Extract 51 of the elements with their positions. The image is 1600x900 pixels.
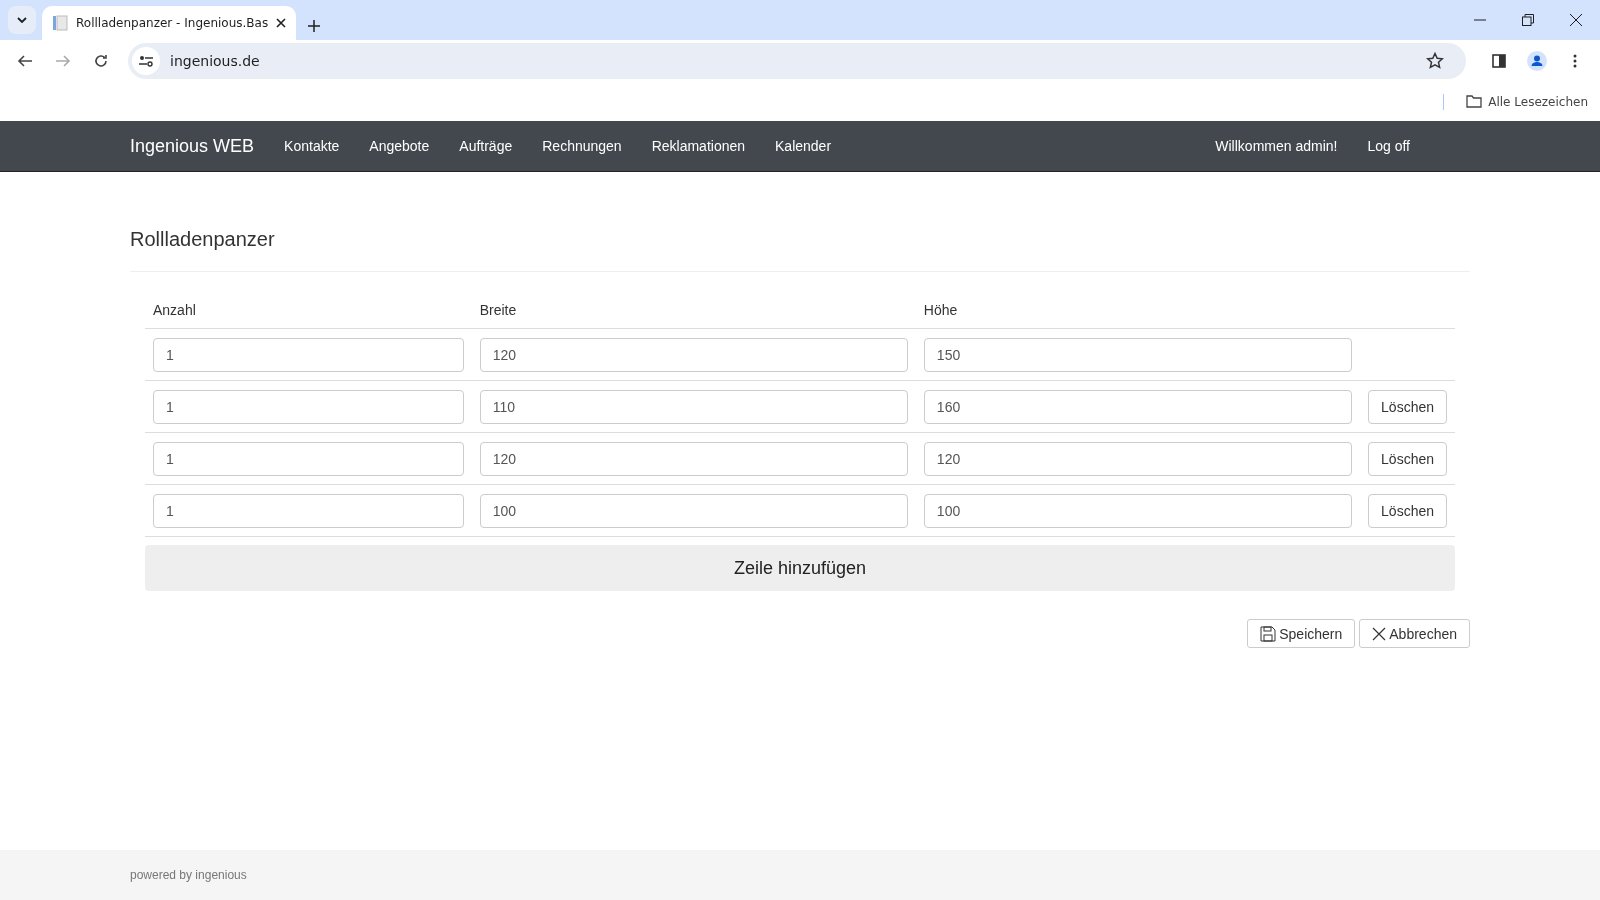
- delete-button[interactable]: Löschen: [1368, 389, 1447, 424]
- back-arrow-icon[interactable]: [17, 53, 33, 69]
- delete-button[interactable]: Löschen: [1368, 441, 1447, 476]
- profile-avatar-icon[interactable]: [1527, 51, 1547, 71]
- nav-link[interactable]: Rechnungen: [542, 138, 622, 154]
- input-field[interactable]: 100: [479, 493, 908, 528]
- save-button[interactable]: Speichern: [1247, 619, 1356, 648]
- input-field[interactable]: 1: [153, 441, 464, 476]
- document-icon: [52, 15, 68, 31]
- tab-title: Rollladenpanzer - Ingenious.Bas: [76, 16, 269, 30]
- column-header: Anzahl: [145, 290, 472, 329]
- browser-tab[interactable]: Rollladenpanzer - Ingenious.Bas: [42, 6, 297, 40]
- chevron-down-icon: [17, 17, 27, 23]
- input-field[interactable]: 1: [153, 389, 464, 424]
- close-icon[interactable]: [276, 18, 287, 28]
- folder-icon: [1466, 95, 1483, 108]
- input-field[interactable]: 1: [153, 493, 464, 528]
- close-icon[interactable]: [1570, 14, 1582, 26]
- logoff-link[interactable]: Log off: [1367, 138, 1410, 154]
- input-field[interactable]: 120: [479, 337, 908, 372]
- nav-link[interactable]: Kontakte: [284, 138, 340, 154]
- add-row-button[interactable]: Zeile hinzufügen: [145, 545, 1455, 591]
- footer-text: powered by ingenious: [130, 868, 247, 882]
- nav-link[interactable]: Reklamationen: [651, 138, 746, 154]
- tab-list-button[interactable]: [8, 6, 36, 34]
- plus-icon[interactable]: [308, 20, 321, 32]
- brand-link[interactable]: Ingenious WEB: [130, 135, 255, 157]
- input-field[interactable]: 1: [153, 337, 464, 372]
- input-field[interactable]: 150: [923, 337, 1353, 372]
- side-panel-icon[interactable]: [1492, 54, 1506, 68]
- restore-icon[interactable]: [1522, 14, 1534, 26]
- page-title: Rollladenpanzer: [130, 228, 1470, 272]
- nav-link[interactable]: Angebote: [369, 138, 430, 154]
- nav-link[interactable]: Aufträge: [459, 138, 513, 154]
- reload-icon[interactable]: [93, 53, 109, 69]
- delete-button[interactable]: Löschen: [1368, 493, 1447, 528]
- input-field[interactable]: 110: [479, 389, 908, 424]
- column-header: Breite: [471, 290, 916, 329]
- account-link[interactable]: Willkommen admin!: [1215, 138, 1338, 154]
- input-field[interactable]: 100: [923, 493, 1353, 528]
- star-icon[interactable]: [1426, 52, 1444, 70]
- x-icon: [1372, 626, 1387, 641]
- bookmarks-link[interactable]: Alle Lesezeichen: [1488, 94, 1588, 109]
- input-field[interactable]: 120: [479, 441, 908, 476]
- column-header: Höhe: [915, 290, 1361, 329]
- cancel-button[interactable]: Abbrechen: [1359, 619, 1470, 648]
- input-field[interactable]: 120: [923, 441, 1353, 476]
- input-field[interactable]: 160: [923, 389, 1353, 424]
- nav-link[interactable]: Kalender: [775, 138, 832, 154]
- site-settings-icon[interactable]: [139, 55, 153, 67]
- more-menu-icon[interactable]: [1573, 54, 1577, 68]
